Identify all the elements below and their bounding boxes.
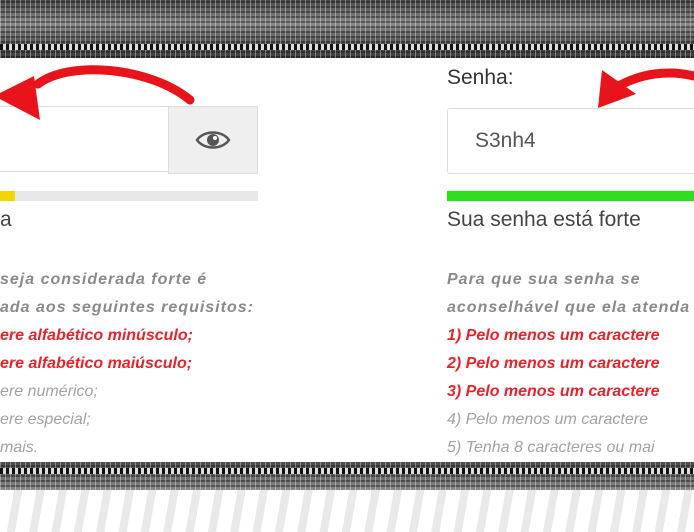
- right-strength-text: Sua senha está forte: [447, 208, 641, 231]
- requirement-item: ere alfabético minúsculo;: [0, 327, 193, 344]
- torn-border-bottom: [0, 462, 694, 532]
- requirement-item: seja considerada forte é: [0, 271, 208, 288]
- requirement-item: 5) Tenha 8 caracteres ou mai: [447, 439, 655, 456]
- left-strength-fill: [0, 191, 16, 201]
- requirement-item: 1) Pelo menos um caractere: [447, 327, 660, 344]
- torn-paper-edge: [0, 490, 694, 532]
- right-requirements-list: Para que sua senha se aconselhável que el…: [447, 266, 690, 462]
- requirement-item: 2) Pelo menos um caractere: [447, 355, 660, 372]
- requirement-item: aconselhável que ela atenda: [447, 299, 691, 316]
- requirement-item: 3) Pelo menos um caractere: [447, 383, 660, 400]
- eye-icon: [195, 131, 231, 149]
- requirement-item: 4) Pelo menos um caractere: [447, 411, 648, 428]
- left-requirements-list: seja considerada forte é ada aos seguinte…: [0, 266, 254, 462]
- left-strength-meter: [0, 191, 258, 201]
- requirement-item: mais.: [0, 439, 39, 456]
- requirement-item: ere especial;: [0, 411, 91, 428]
- left-arrow-annotation: [0, 65, 195, 120]
- perforation-bottom: [0, 468, 694, 474]
- requirement-item: ada aos seguintes requisitos:: [0, 299, 254, 316]
- left-strength-text: a: [0, 208, 12, 231]
- right-strength-fill: [447, 191, 694, 201]
- right-arrow-annotation: [598, 68, 694, 108]
- requirement-item: ere numérico;: [0, 383, 98, 400]
- requirement-item: ere alfabético maiúsculo;: [0, 355, 193, 372]
- right-strength-meter: [447, 191, 694, 201]
- password-label: Senha:: [447, 66, 514, 89]
- requirement-item: Para que sua senha se: [447, 271, 641, 288]
- password-input-value: S3nh4: [475, 129, 536, 152]
